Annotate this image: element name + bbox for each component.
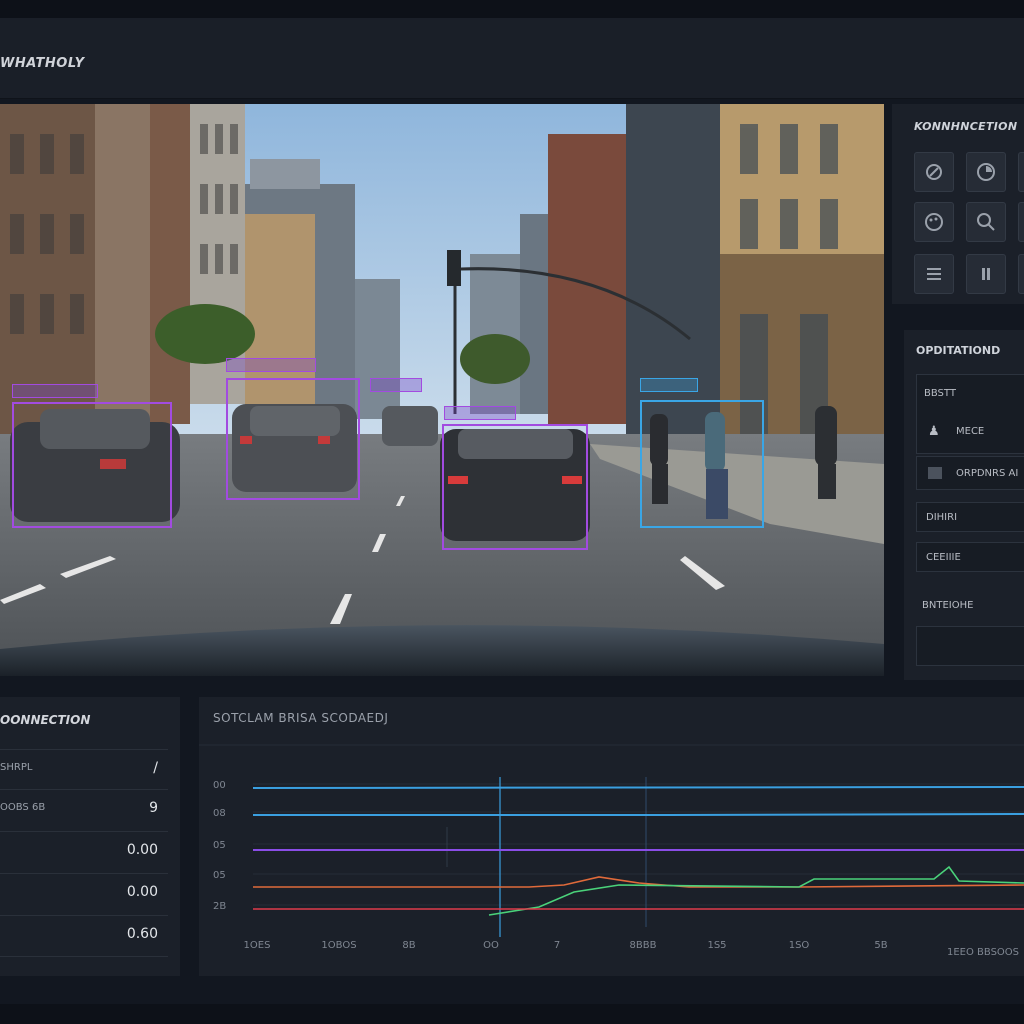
options-input-value: DIHIRI	[926, 512, 958, 523]
palette-icon[interactable]	[914, 202, 954, 242]
top-strip	[0, 0, 1024, 18]
connection-value: 0.00	[126, 842, 158, 858]
x-tick-label: 1OBOS	[321, 940, 356, 951]
series-line-blue-2	[253, 813, 1024, 816]
connection-value: 0.00	[126, 884, 158, 900]
options-input-value: CEEIIIE	[926, 552, 961, 563]
bottom-strip	[0, 1004, 1024, 1024]
detection-label	[370, 378, 422, 392]
detection-box-car[interactable]	[12, 402, 172, 528]
tool-slot-icon[interactable]	[1018, 202, 1024, 242]
connection-value: 9	[149, 800, 158, 816]
detection-box-car[interactable]	[226, 378, 360, 500]
y-tick-label: 00	[213, 780, 226, 791]
options-dropdown-value: ORPDNRS AI	[956, 468, 1019, 479]
menu-icon-partial[interactable]	[1018, 152, 1024, 192]
connection-row: 0.60	[0, 915, 168, 957]
circle-icon[interactable]	[966, 152, 1006, 192]
detection-label	[226, 358, 316, 372]
checkbox-icon[interactable]	[928, 467, 942, 479]
menu-icon[interactable]	[914, 254, 954, 294]
connection-row: SHRPL /	[0, 749, 168, 790]
detection-label	[444, 406, 516, 420]
options-panel-title: OPDITATIOND	[916, 344, 1001, 357]
connection-key: OOBS 6B	[0, 802, 46, 813]
tool-panel: KONNHNCETION	[892, 104, 1024, 304]
tool-slot-icon[interactable]	[1018, 254, 1024, 294]
connection-value: 0.60	[126, 926, 158, 942]
connection-panel: OONNECTION SHRPL / OOBS 6B 9 0.00 0.00 0…	[0, 697, 180, 976]
signal-chart-panel: SOTCLAM BRISA SCODAEDJ 00 08 05 05 2B 1OES 1O…	[199, 697, 1024, 976]
detection-label	[640, 378, 698, 392]
y-tick-label: 2B	[213, 901, 226, 912]
series-line-blue	[252, 786, 1024, 789]
chart-corner-label: 1EEO BBSOOS	[947, 947, 1019, 958]
street-scene	[0, 104, 884, 676]
tool-panel-title: KONNHNCETION	[914, 120, 1018, 133]
signal-chart[interactable]: 00 08 05 05 2B 1OES 1OBOS 8B OO 7 8BBB 1S5 1SO 5B 1E…	[199, 697, 1024, 976]
options-field-value: MECE	[956, 426, 985, 437]
camera-feed[interactable]	[0, 104, 884, 676]
user-icon: ♟	[928, 424, 940, 439]
options-panel: OPDITATIOND BBSTT ♟ MECE ORPDNRS AI DIHI…	[904, 330, 1024, 680]
detection-box-car[interactable]	[442, 424, 588, 550]
search-icon[interactable]	[966, 202, 1006, 242]
pause-icon[interactable]	[966, 254, 1006, 294]
connection-row: 0.00	[0, 873, 168, 914]
x-tick-label: 1OES	[244, 940, 271, 951]
x-tick-label: 1SO	[789, 940, 810, 951]
x-tick-label: OO	[483, 940, 499, 951]
app-title: WHATHOLY	[0, 56, 85, 71]
x-tick-label: 8B	[402, 940, 415, 951]
y-tick-label: 05	[213, 870, 226, 881]
y-tick-label: 05	[213, 840, 226, 851]
options-section-label: BNTEIOHE	[922, 600, 974, 611]
x-tick-label: 8BBB	[630, 940, 657, 951]
connection-row: 0.00	[0, 831, 168, 872]
options-field[interactable]	[916, 374, 1024, 454]
x-tick-label: 1S5	[707, 940, 726, 951]
connection-key: SHRPL	[0, 762, 33, 773]
connection-row: OOBS 6B 9	[0, 789, 168, 830]
y-tick-label: 08	[213, 808, 226, 819]
x-tick-label: 5B	[874, 940, 887, 951]
detection-label	[12, 384, 98, 398]
options-field-label: BBSTT	[924, 388, 956, 399]
detection-box-pedestrian[interactable]	[640, 400, 764, 528]
app-header: WHATHOLY	[0, 18, 1024, 99]
brush-icon[interactable]	[914, 152, 954, 192]
x-tick-label: 7	[554, 940, 560, 951]
connection-panel-title: OONNECTION	[0, 713, 91, 727]
connection-value: /	[153, 760, 158, 776]
options-textarea[interactable]	[916, 626, 1024, 666]
